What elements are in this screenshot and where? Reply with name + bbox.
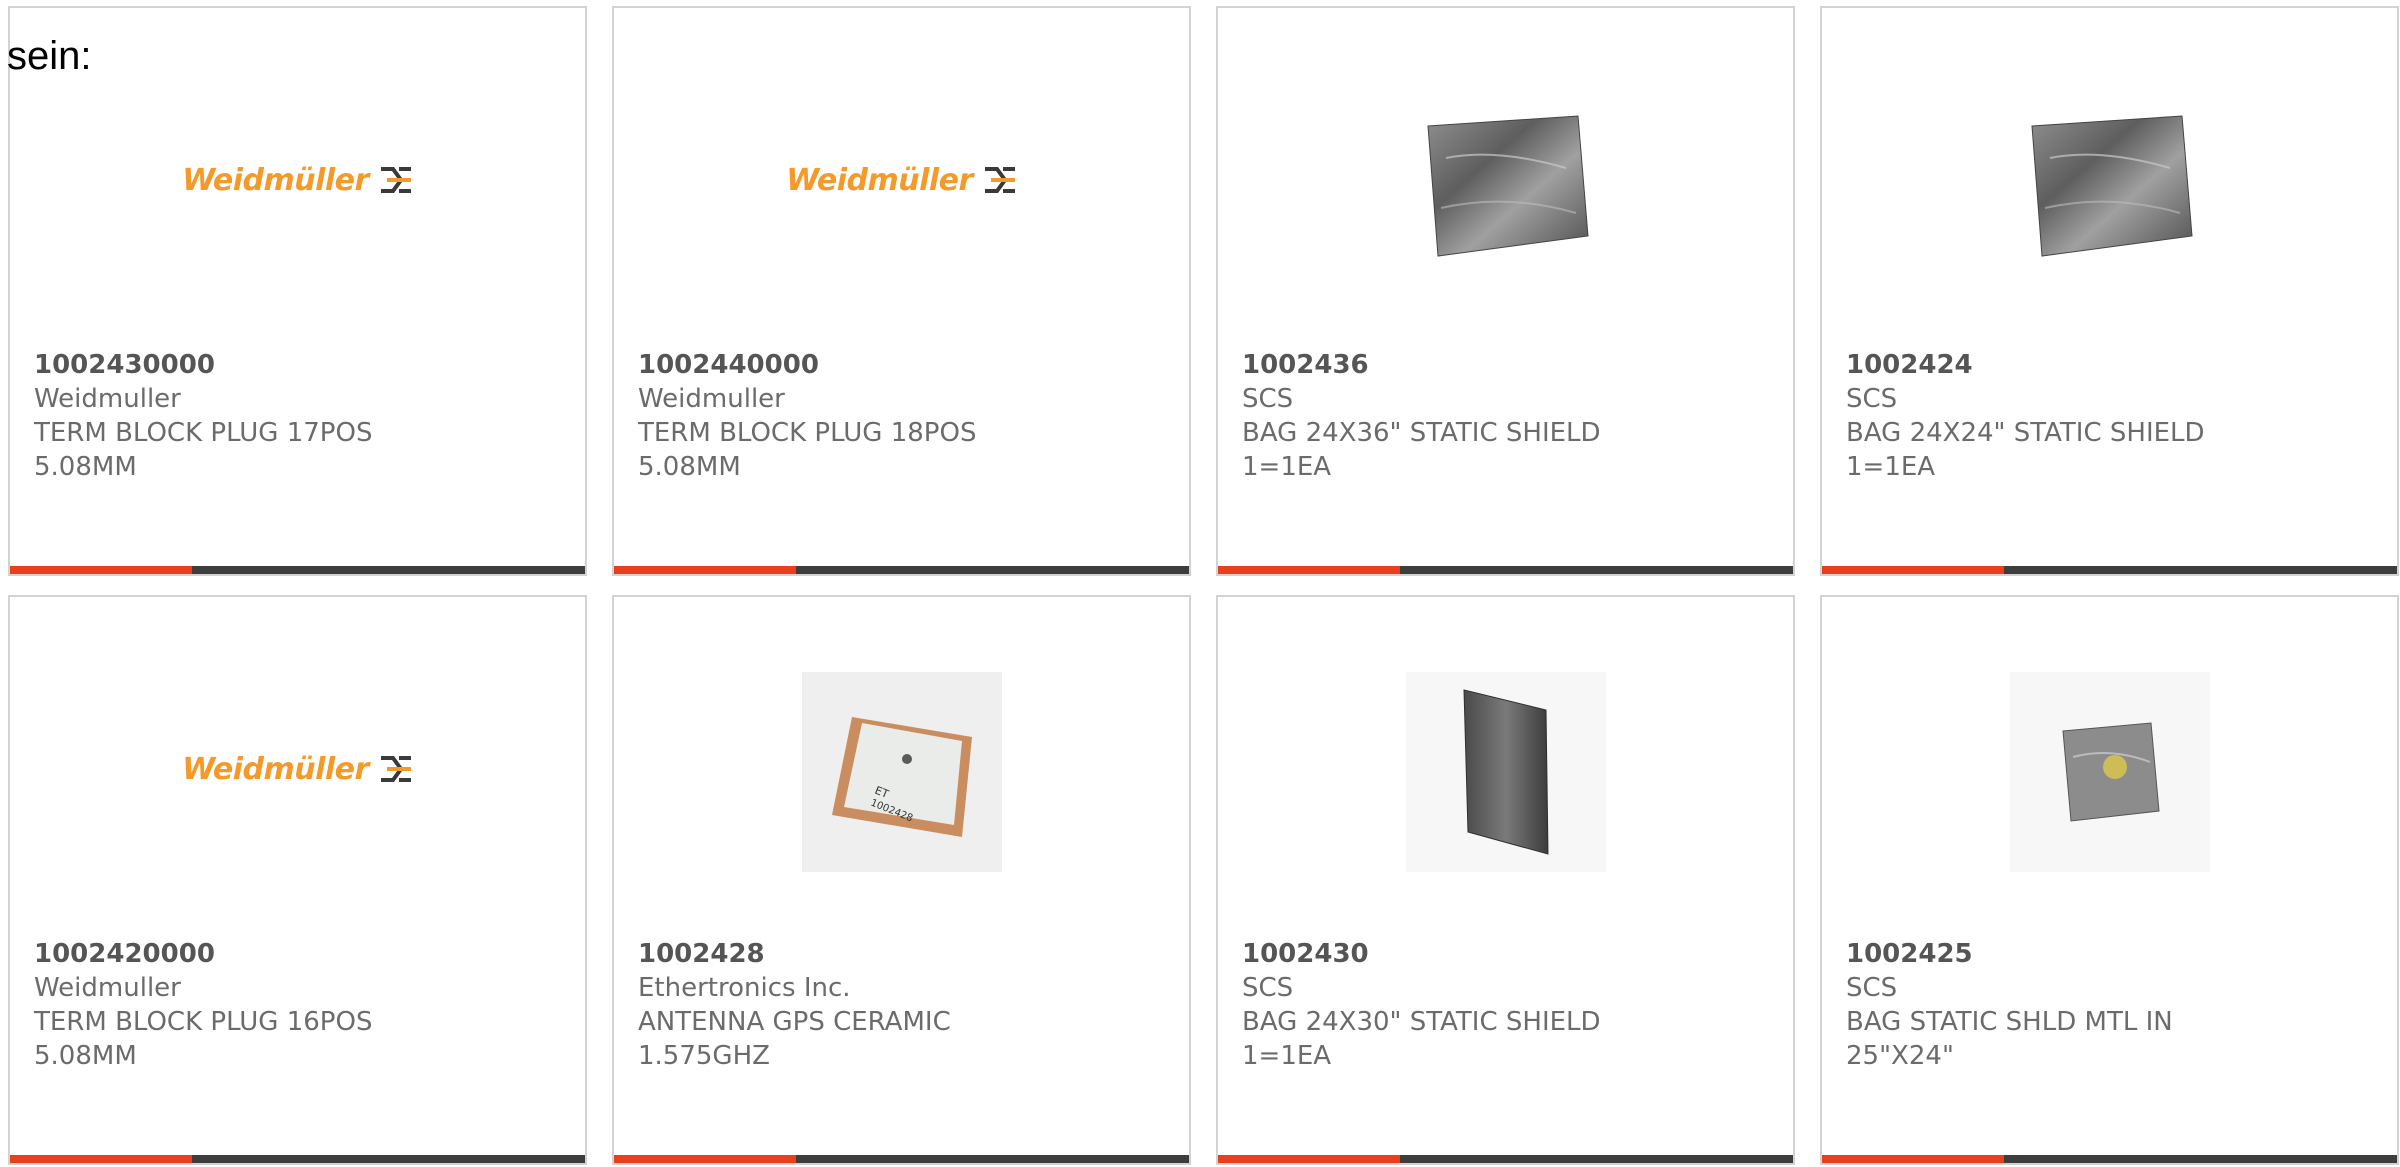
card-bottom-bar <box>614 566 1189 574</box>
product-card[interactable]: 1002424 SCS BAG 24X24" STATIC SHIELD 1=1… <box>1820 6 2399 576</box>
part-number[interactable]: 1002430000 <box>34 348 565 382</box>
card-bottom-bar <box>614 1155 1189 1163</box>
description-line-1: TERM BLOCK PLUG 17POS <box>34 418 373 448</box>
description-line-1: BAG 24X30" STATIC SHIELD <box>1242 1007 1601 1037</box>
description-line-2: 5.08MM <box>638 452 741 482</box>
static-bag-standing-icon <box>1462 689 1549 855</box>
product-info: 1002424 SCS BAG 24X24" STATIC SHIELD 1=1… <box>1846 348 2377 484</box>
intro-text: sein: <box>7 34 92 78</box>
product-card[interactable]: ET 1002428 1002428 Ethertronics Inc. ANT… <box>612 595 1191 1165</box>
manufacturer: Weidmuller <box>638 384 785 414</box>
logo-text: Weidmüller <box>182 751 369 787</box>
description-line-2: 5.08MM <box>34 452 137 482</box>
description-line-2: 25"X24" <box>1846 1041 1954 1071</box>
part-number[interactable]: 1002424 <box>1846 348 2377 382</box>
product-photo <box>1405 83 1606 283</box>
static-bag-icon <box>2030 115 2193 257</box>
weidmuller-logo: Weidmüller <box>182 163 413 198</box>
manufacturer: Weidmuller <box>34 973 181 1003</box>
manufacturer: Ethertronics Inc. <box>638 973 851 1003</box>
product-card[interactable]: 1002430 SCS BAG 24X30" STATIC SHIELD 1=1… <box>1216 595 1795 1165</box>
product-photo <box>2009 83 2210 283</box>
card-bottom-bar <box>1218 1155 1793 1163</box>
description-line-2: 1.575GHZ <box>638 1041 770 1071</box>
part-number[interactable]: 1002436 <box>1242 348 1773 382</box>
manufacturer: SCS <box>1242 384 1294 414</box>
card-accent-bar <box>1218 1155 1400 1163</box>
page: sein: Weidmüller 1002430000 Weidmuller T… <box>0 0 2400 1167</box>
product-card[interactable]: 1002436 SCS BAG 24X36" STATIC SHIELD 1=1… <box>1216 6 1795 576</box>
description-line-2: 1=1EA <box>1846 452 1936 482</box>
manufacturer: SCS <box>1846 973 1898 1003</box>
product-card[interactable]: 1002425 SCS BAG STATIC SHLD MTL IN 25"X2… <box>1820 595 2399 1165</box>
product-info: 1002425 SCS BAG STATIC SHLD MTL IN 25"X2… <box>1846 937 2377 1073</box>
description-line-1: BAG 24X36" STATIC SHIELD <box>1242 418 1601 448</box>
logo-mark-icon <box>380 756 411 782</box>
card-bottom-bar <box>1822 1155 2397 1163</box>
weidmuller-logo: Weidmüller <box>182 752 413 787</box>
part-number[interactable]: 1002428 <box>638 937 1169 971</box>
card-bottom-bar <box>1822 566 2397 574</box>
part-number[interactable]: 1002440000 <box>638 348 1169 382</box>
part-number[interactable]: 1002430 <box>1242 937 1773 971</box>
product-photo: ET 1002428 <box>801 672 1002 872</box>
description-line-1: TERM BLOCK PLUG 16POS <box>34 1007 373 1037</box>
product-image-area[interactable]: Weidmüller <box>10 657 585 887</box>
product-image-area[interactable] <box>1218 68 1793 298</box>
product-card[interactable]: Weidmüller 1002430000 Weidmuller TERM BL… <box>8 6 587 576</box>
card-accent-bar <box>1822 566 2004 574</box>
card-accent-bar <box>10 1155 192 1163</box>
logo-mark-icon <box>380 167 411 193</box>
description-line-2: 1=1EA <box>1242 452 1332 482</box>
product-info: 1002420000 Weidmuller TERM BLOCK PLUG 16… <box>34 937 565 1073</box>
description-line-2: 5.08MM <box>34 1041 137 1071</box>
description-line-1: BAG 24X24" STATIC SHIELD <box>1846 418 2205 448</box>
description-line-1: BAG STATIC SHLD MTL IN <box>1846 1007 2173 1037</box>
card-accent-bar <box>1218 566 1400 574</box>
card-accent-bar <box>1822 1155 2004 1163</box>
card-bottom-bar <box>10 566 585 574</box>
product-image-area[interactable]: Weidmüller <box>614 68 1189 298</box>
product-card[interactable]: Weidmüller 1002420000 Weidmuller TERM BL… <box>8 595 587 1165</box>
logo-mark-icon <box>984 167 1015 193</box>
product-card[interactable]: Weidmüller 1002440000 Weidmuller TERM BL… <box>612 6 1191 576</box>
product-image-area[interactable] <box>1218 657 1793 887</box>
ceramic-antenna-icon: ET 1002428 <box>831 717 972 837</box>
card-bottom-bar <box>1218 566 1793 574</box>
manufacturer: Weidmuller <box>34 384 181 414</box>
logo-text: Weidmüller <box>182 162 369 198</box>
part-number[interactable]: 1002425 <box>1846 937 2377 971</box>
description-line-1: TERM BLOCK PLUG 18POS <box>638 418 977 448</box>
weidmuller-logo: Weidmüller <box>786 163 1017 198</box>
description-line-1: ANTENNA GPS CERAMIC <box>638 1007 951 1037</box>
card-accent-bar <box>614 566 796 574</box>
product-info: 1002436 SCS BAG 24X36" STATIC SHIELD 1=1… <box>1242 348 1773 484</box>
product-info: 1002428 Ethertronics Inc. ANTENNA GPS CE… <box>638 937 1169 1073</box>
logo-text: Weidmüller <box>786 162 973 198</box>
description-line-2: 1=1EA <box>1242 1041 1332 1071</box>
card-bottom-bar <box>10 1155 585 1163</box>
product-info: 1002430 SCS BAG 24X30" STATIC SHIELD 1=1… <box>1242 937 1773 1073</box>
manufacturer: SCS <box>1846 384 1898 414</box>
card-accent-bar <box>614 1155 796 1163</box>
product-grid: Weidmüller 1002430000 Weidmuller TERM BL… <box>8 6 2399 1165</box>
static-bag-small-icon <box>2061 722 2160 822</box>
manufacturer: SCS <box>1242 973 1294 1003</box>
product-info: 1002440000 Weidmuller TERM BLOCK PLUG 18… <box>638 348 1169 484</box>
product-info: 1002430000 Weidmuller TERM BLOCK PLUG 17… <box>34 348 565 484</box>
part-number[interactable]: 1002420000 <box>34 937 565 971</box>
static-bag-icon <box>1426 115 1589 257</box>
product-image-area[interactable]: ET 1002428 <box>614 657 1189 887</box>
product-photo <box>2009 672 2210 872</box>
product-image-area[interactable]: Weidmüller <box>10 68 585 298</box>
product-image-area[interactable] <box>1822 657 2397 887</box>
product-image-area[interactable] <box>1822 68 2397 298</box>
card-accent-bar <box>10 566 192 574</box>
product-photo <box>1405 672 1606 872</box>
